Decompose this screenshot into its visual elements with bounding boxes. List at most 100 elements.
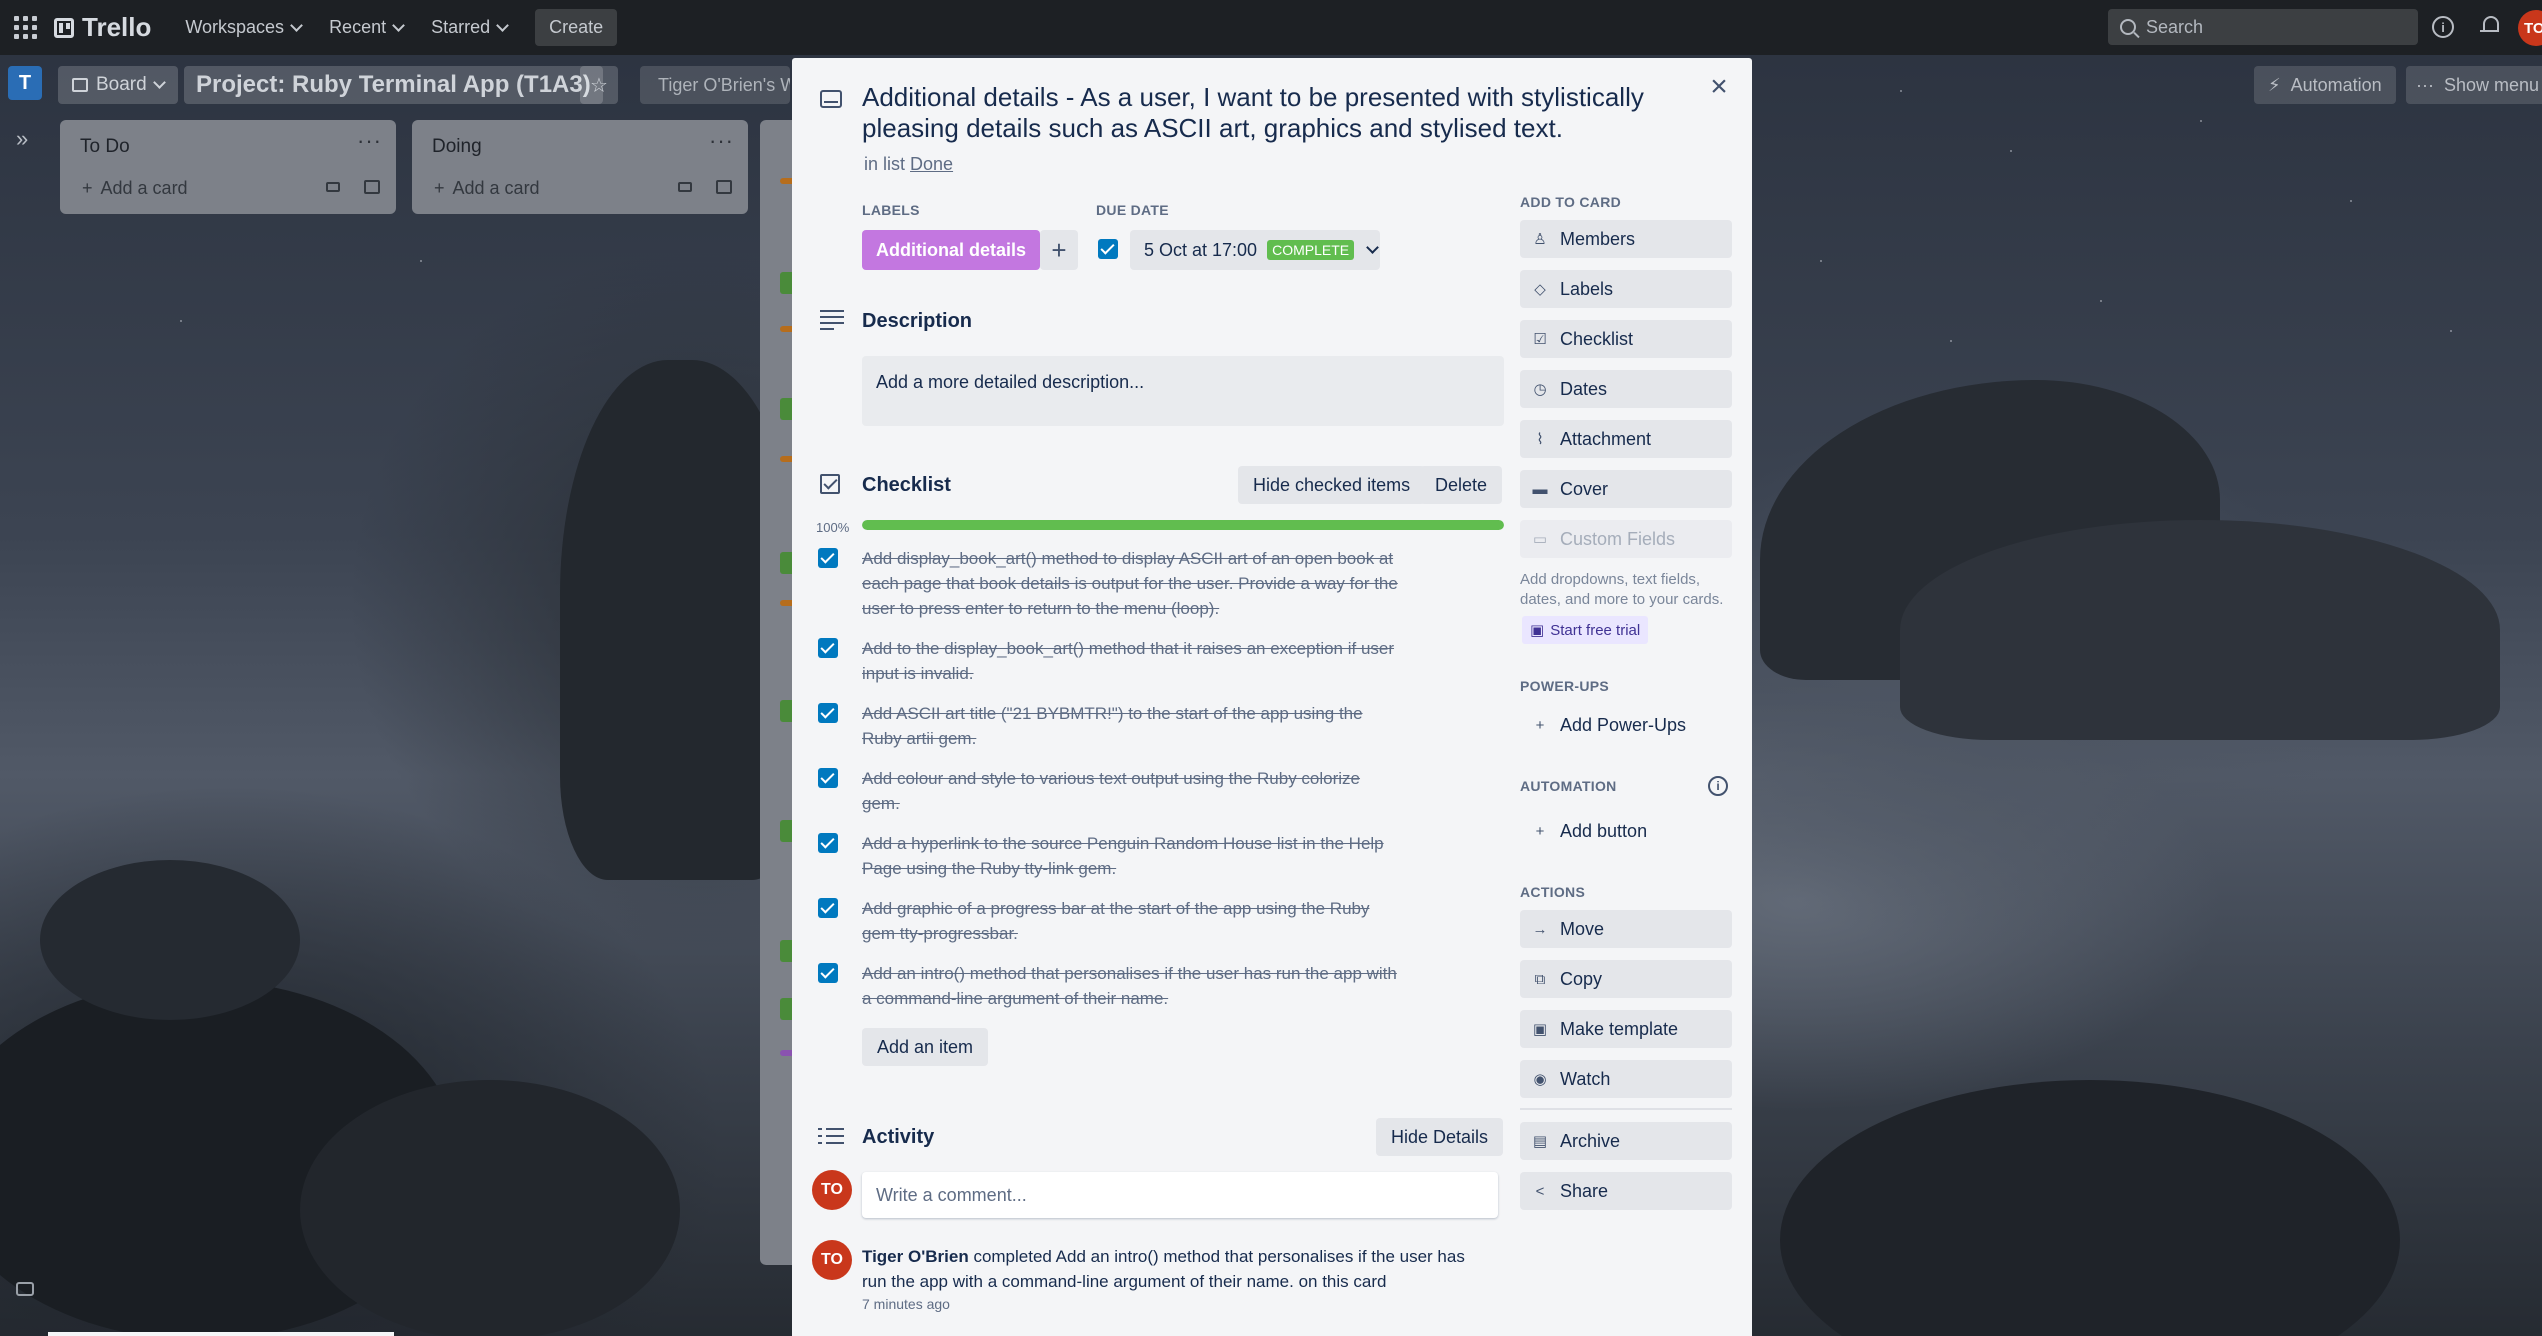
card-icon[interactable] [326, 182, 340, 192]
add-label-button[interactable]: + [1040, 230, 1078, 270]
list-title[interactable]: To Do [80, 136, 130, 158]
card-title[interactable]: Additional details - As a user, I want t… [862, 82, 1682, 144]
list-menu-icon[interactable]: ··· [709, 128, 734, 154]
trello-logo[interactable]: Trello [54, 12, 151, 43]
share-button[interactable]: < Share [1520, 1172, 1732, 1210]
checkbox-checked[interactable] [818, 638, 838, 658]
template-icon[interactable] [716, 180, 732, 194]
list-link[interactable]: Done [910, 154, 953, 174]
card-icon[interactable] [678, 182, 692, 192]
add-power-ups-label: Add Power-Ups [1560, 714, 1687, 735]
nav-workspaces[interactable]: Workspaces [185, 17, 303, 38]
checkbox-checked[interactable] [818, 548, 838, 568]
checklist-item-text[interactable]: Add display_book_art() method to display… [862, 546, 1402, 621]
camera-icon[interactable] [16, 1282, 34, 1296]
checklist-item-text[interactable]: Add to the display_book_art() method tha… [862, 636, 1402, 686]
checklist-item-text[interactable]: Add ASCII art title ("21 BYBMTR!") to th… [862, 701, 1402, 751]
watch-button[interactable]: ◉ Watch [1520, 1060, 1732, 1098]
checklist-item-text[interactable]: Add a hyperlink to the source Penguin Ra… [862, 831, 1402, 881]
checklist-item[interactable]: Add ASCII art title ("21 BYBMTR!") to th… [818, 701, 1418, 751]
checklist-item[interactable]: Add to the display_book_art() method tha… [818, 636, 1418, 686]
dates-button[interactable]: ◷ Dates [1520, 370, 1732, 408]
attachment-button[interactable]: ⌇ Attachment [1520, 420, 1732, 458]
divider [1520, 1108, 1732, 1110]
archive-button[interactable]: ▤ Archive [1520, 1122, 1732, 1160]
info-icon[interactable]: i [1708, 776, 1728, 796]
activity-user[interactable]: Tiger O'Brien [862, 1247, 969, 1266]
checklist-item[interactable]: Add a hyperlink to the source Penguin Ra… [818, 831, 1418, 881]
create-button[interactable]: Create [535, 9, 618, 46]
sidebar-expand-icon[interactable]: » [16, 126, 28, 152]
move-button[interactable]: → Move [1520, 910, 1732, 948]
checklist-item[interactable]: Add display_book_art() method to display… [818, 546, 1418, 621]
nav-recent[interactable]: Recent [329, 17, 405, 38]
card-label[interactable]: Additional details [862, 230, 1041, 270]
board-title[interactable]: Project: Ruby Terminal App (T1A3) [184, 66, 603, 104]
apps-grid-icon[interactable] [12, 15, 38, 41]
cover-button[interactable]: ▬ Cover [1520, 470, 1732, 508]
copy-label: Copy [1560, 968, 1603, 989]
make-template-button[interactable]: ▣ Make template [1520, 1010, 1732, 1048]
members-label: Members [1560, 228, 1636, 249]
checkbox-checked[interactable] [818, 898, 838, 918]
person-icon: ♙ [1533, 231, 1547, 248]
add-card-label: Add a card [100, 178, 188, 198]
add-card-label: Add a card [452, 178, 540, 198]
checklist-title[interactable]: Checklist [862, 474, 951, 497]
checkbox-checked[interactable] [818, 833, 838, 853]
due-complete-checkbox[interactable] [1098, 239, 1118, 259]
workspace-button[interactable]: Tiger O'Brien's W [640, 66, 790, 104]
checklist-button[interactable]: ☑ Checklist [1520, 320, 1732, 358]
star-board-icon[interactable]: ☆ [580, 66, 618, 104]
card-detail-modal: × Additional details - As a user, I want… [792, 58, 1752, 1336]
info-icon[interactable]: i [2432, 16, 2454, 38]
copy-icon: ⧉ [1534, 970, 1546, 988]
due-date-button[interactable]: 5 Oct at 17:00 COMPLETE [1130, 230, 1380, 270]
checkbox-checked[interactable] [818, 963, 838, 983]
activity-timestamp[interactable]: 7 minutes ago [862, 1296, 950, 1312]
trial-icon: ▣ [1530, 622, 1545, 639]
checkbox-checked[interactable] [818, 768, 838, 788]
workspace-badge[interactable]: T [8, 66, 42, 100]
nav-starred-label: Starred [431, 17, 491, 37]
checklist-item[interactable]: Add an intro() method that personalises … [818, 961, 1418, 1011]
search-input[interactable]: Search [2108, 9, 2418, 45]
copy-button[interactable]: ⧉ Copy [1520, 960, 1732, 998]
add-button-button[interactable]: + Add button [1520, 812, 1732, 850]
hide-details-button[interactable]: Hide Details [1376, 1118, 1504, 1156]
custom-fields-button[interactable]: ▭ Custom Fields [1520, 520, 1732, 558]
checklist-item[interactable]: Add graphic of a progress bar at the sta… [818, 896, 1418, 946]
checklist-item-text[interactable]: Add an intro() method that personalises … [862, 961, 1402, 1011]
checklist-item-text[interactable]: Add graphic of a progress bar at the sta… [862, 896, 1402, 946]
add-card-button[interactable]: + Add a card [434, 178, 540, 199]
members-button[interactable]: ♙ Members [1520, 220, 1732, 258]
chevron-down-icon [290, 18, 303, 32]
automation-button[interactable]: ⚡ Automation [2254, 66, 2396, 104]
template-icon[interactable] [364, 180, 380, 194]
list-title[interactable]: Doing [432, 136, 482, 158]
close-icon[interactable]: × [1704, 72, 1734, 102]
checklist-item[interactable]: Add colour and style to various text out… [818, 766, 1418, 816]
checklist-item-text[interactable]: Add colour and style to various text out… [862, 766, 1402, 816]
delete-checklist-button[interactable]: Delete [1420, 466, 1503, 504]
checklist-icon: ☑ [1533, 331, 1547, 348]
notifications-bell-icon[interactable] [2480, 14, 2500, 36]
hide-checked-items-button[interactable]: Hide checked items [1238, 466, 1426, 504]
add-power-ups-button[interactable]: + Add Power-Ups [1520, 706, 1732, 744]
nav-starred[interactable]: Starred [431, 17, 510, 38]
checkbox-checked[interactable] [818, 703, 838, 723]
avatar[interactable]: TO [812, 1240, 852, 1280]
start-free-trial-button[interactable]: ▣ Start free trial [1522, 616, 1649, 644]
show-menu-button[interactable]: ··· Show menu [2406, 66, 2542, 104]
labels-button[interactable]: ◇ Labels [1520, 270, 1732, 308]
horizontal-scrollbar[interactable] [48, 1332, 394, 1336]
description-editor[interactable]: Add a more detailed description... [862, 356, 1504, 426]
board-view-button[interactable]: Board [58, 66, 178, 104]
due-date-heading: DUE DATE [1096, 202, 1169, 218]
add-checklist-item-button[interactable]: Add an item [862, 1028, 989, 1066]
list-menu-icon[interactable]: ··· [357, 128, 382, 154]
add-card-button[interactable]: + Add a card [82, 178, 188, 199]
comment-input[interactable]: Write a comment... [862, 1172, 1498, 1218]
clock-icon: ◷ [1533, 381, 1547, 398]
move-label: Move [1560, 918, 1605, 939]
